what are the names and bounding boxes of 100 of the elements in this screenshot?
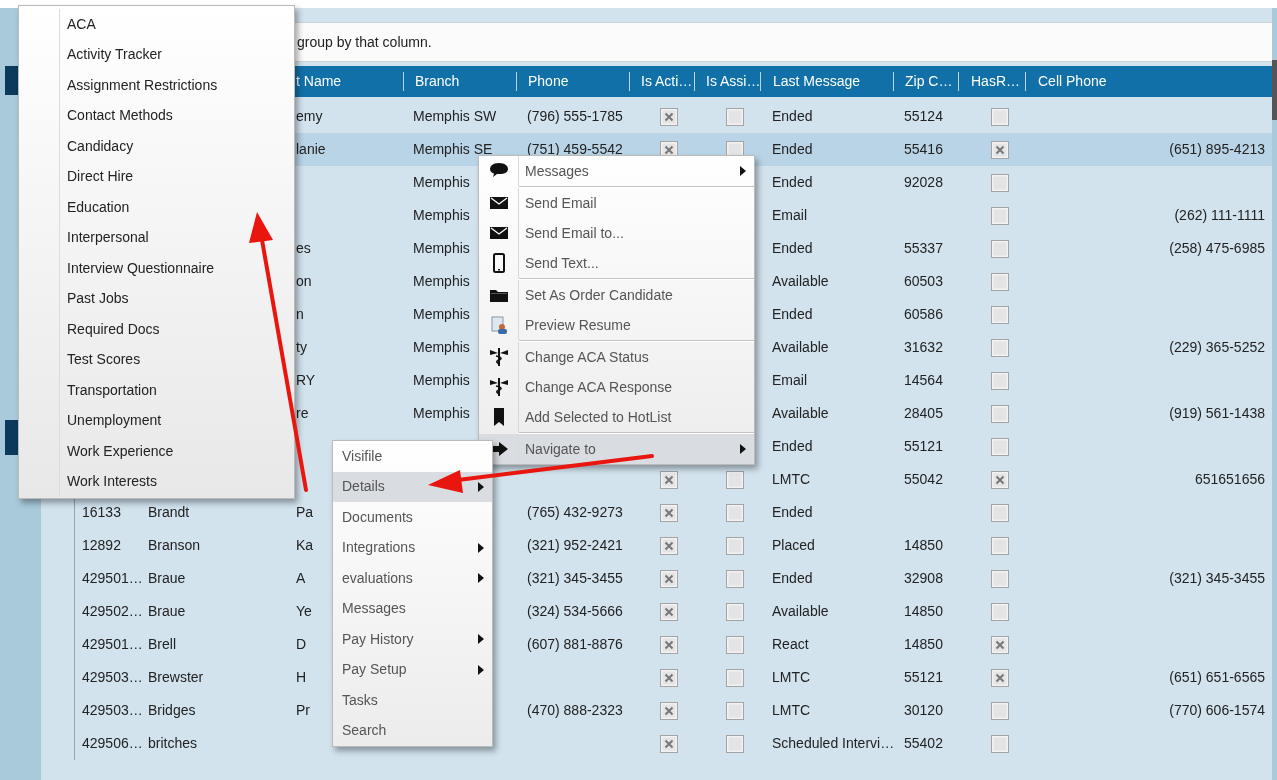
menu-item[interactable]: Activity Tracker [59,39,294,70]
table-cell-text: (470) 888-2323 [527,701,623,720]
menu-item[interactable]: Candidacy [59,131,294,162]
checkbox[interactable] [726,503,744,522]
menu-item[interactable]: Add Selected to HotList [479,402,754,432]
menu-item[interactable]: Required Docs [59,314,294,345]
checkbox[interactable] [660,536,678,555]
menu-item[interactable]: Messages [333,593,492,624]
menu-item[interactable]: Change ACA Status [479,342,754,372]
table-cell-text: LMTC [772,668,811,687]
column-header[interactable]: Is Acti… [641,71,693,92]
checkbox[interactable] [991,206,1009,225]
table-cell-text: 28405 [904,404,943,423]
checkbox[interactable] [726,701,744,720]
checkbox[interactable] [991,272,1009,291]
menu-item[interactable]: Contact Methods [59,100,294,131]
menu-item[interactable]: Search [333,715,492,746]
checkbox[interactable] [726,470,744,489]
table-cell-text: 16133 [82,503,121,522]
table-cell-text: Ended [772,173,813,192]
table-cell-text: 14850 [904,635,943,654]
table-cell-text: lanie [296,140,326,159]
checkbox[interactable] [991,173,1009,192]
menu-item[interactable]: Direct Hire [59,161,294,192]
menu-item[interactable]: Interview Questionnaire [59,253,294,284]
checkbox[interactable] [991,437,1009,456]
checkbox[interactable] [991,635,1009,654]
table-cell-text: Bridges [148,701,196,720]
menu-item[interactable]: Pay Setup [333,654,492,685]
table-cell-text: 55121 [904,437,943,456]
checkbox[interactable] [660,734,678,753]
column-header[interactable]: HasR… [971,71,1020,92]
table-cell-text: n [296,305,304,324]
checkbox[interactable] [991,701,1009,720]
menu-item[interactable]: Change ACA Response [479,372,754,402]
checkbox[interactable] [726,536,744,555]
checkbox[interactable] [726,107,744,126]
checkbox[interactable] [991,338,1009,357]
checkbox[interactable] [991,470,1009,489]
checkbox[interactable] [726,734,744,753]
menu-item[interactable]: Send Text... [479,248,754,278]
menu-item[interactable]: Work Experience [59,436,294,467]
column-header[interactable]: Cell Phone [1038,71,1107,92]
column-header[interactable]: t Name [296,71,342,92]
menu-item[interactable]: Past Jobs [59,283,294,314]
scrollbar[interactable] [1272,60,1277,120]
checkbox[interactable] [991,404,1009,423]
table-cell-text: es [296,239,311,258]
menu-item[interactable]: Preview Resume [479,310,754,340]
checkbox[interactable] [660,701,678,720]
column-header[interactable]: Branch [415,71,460,92]
checkbox[interactable] [660,668,678,687]
checkbox[interactable] [660,503,678,522]
checkbox[interactable] [660,569,678,588]
checkbox[interactable] [726,668,744,687]
checkbox[interactable] [991,536,1009,555]
menu-item[interactable]: Documents [333,502,492,533]
menu-item[interactable]: Pay History [333,624,492,655]
column-header[interactable]: Zip C… [905,71,953,92]
checkbox[interactable] [991,734,1009,753]
checkbox[interactable] [991,107,1009,126]
table-cell-text: Pa [296,503,314,522]
checkbox[interactable] [991,503,1009,522]
checkbox[interactable] [991,305,1009,324]
table-cell-text: Available [772,602,829,621]
table-cell-text: 55124 [904,107,943,126]
checkbox[interactable] [991,602,1009,621]
table-cell-text: britches [148,734,198,753]
checkbox[interactable] [726,635,744,654]
menu-item[interactable]: Unemployment [59,405,294,436]
checkbox[interactable] [991,140,1009,159]
menu-item[interactable]: Transportation [59,375,294,406]
checkbox[interactable] [660,107,678,126]
checkbox[interactable] [991,239,1009,258]
checkbox[interactable] [991,371,1009,390]
column-header[interactable]: Phone [528,71,569,92]
column-header[interactable]: Last Message [773,71,861,92]
menu-item[interactable]: Send Email [479,188,754,218]
checkbox[interactable] [991,668,1009,687]
table-cell-text: Memphis SE [413,140,493,159]
menu-item[interactable]: Assignment Restrictions [59,70,294,101]
checkbox[interactable] [726,602,744,621]
menu-item[interactable]: ACA [59,9,294,40]
menu-item[interactable]: Navigate to [479,434,754,464]
column-header[interactable]: Is Assi… [706,71,761,92]
menu-item[interactable]: Test Scores [59,344,294,375]
checkbox[interactable] [660,470,678,489]
menu-item[interactable]: Work Interests [59,466,294,497]
menu-item[interactable]: Send Email to... [479,218,754,248]
menu-item[interactable]: Tasks [333,685,492,716]
menu-item[interactable]: Set As Order Candidate [479,280,754,310]
table-cell-text: Pr [296,701,310,720]
checkbox[interactable] [726,569,744,588]
table-cell-text: Memphis [413,338,470,357]
menu-item[interactable]: evaluations [333,563,492,594]
checkbox[interactable] [991,569,1009,588]
checkbox[interactable] [660,602,678,621]
menu-item[interactable]: Integrations [333,532,492,563]
table-cell-text: Available [772,338,829,357]
checkbox[interactable] [660,635,678,654]
